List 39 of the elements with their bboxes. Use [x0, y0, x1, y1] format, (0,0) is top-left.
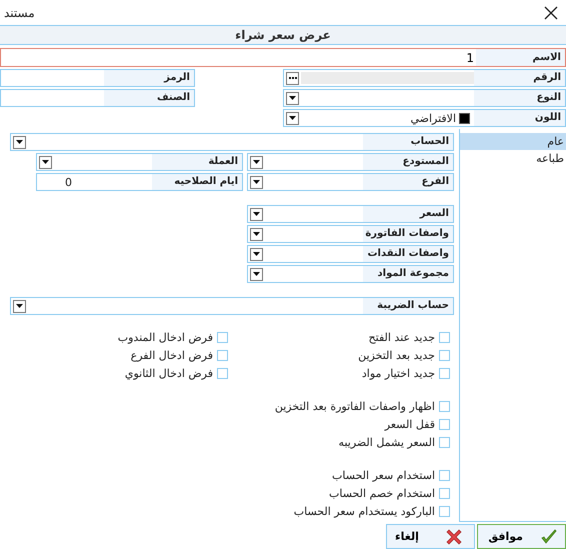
- close-icon[interactable]: [544, 6, 558, 20]
- checkbox-label: فرض ادخال الثانوي: [124, 366, 213, 380]
- checkbox-label: فرض ادخال المندوب: [118, 330, 213, 344]
- checkbox-label: اظهار واصفات الفاتورة بعد التخزين: [274, 400, 435, 412]
- checkbox[interactable]: [439, 488, 450, 498]
- checkbox[interactable]: [439, 332, 450, 342]
- checkbox-label: جديد اختيار مواد: [362, 366, 435, 380]
- cancel-button[interactable]: إلغاء: [386, 524, 475, 549]
- sidebar-item[interactable]: طباعه: [460, 150, 566, 167]
- checkbox[interactable]: [439, 506, 450, 516]
- checkbox-label: استخدام سعر الحساب: [332, 468, 435, 482]
- field-label: الرقم: [474, 70, 565, 86]
- color-value: الافتراضي: [410, 112, 456, 124]
- checkbox-label: قفل السعر: [384, 418, 435, 430]
- checkbox-label: جديد بعد التخزين: [358, 348, 435, 362]
- checkbox-label: جديد عند الفتح: [368, 330, 435, 344]
- dropdown-button[interactable]: [286, 112, 299, 124]
- window-title: مستند: [4, 6, 35, 20]
- checkbox[interactable]: [217, 332, 228, 342]
- checkbox-label: استخدام خصم الحساب: [328, 486, 435, 500]
- checkbox[interactable]: [439, 350, 450, 360]
- checkbox-label: الباركود يستخدام سعر الحساب: [294, 504, 435, 518]
- checkmark-icon: [541, 528, 557, 544]
- caret-icon: [289, 116, 296, 120]
- checkbox[interactable]: [439, 470, 450, 480]
- checkbox[interactable]: [439, 400, 450, 412]
- checkbox[interactable]: [439, 368, 450, 378]
- close-icon: [446, 528, 462, 544]
- checkbox[interactable]: [217, 368, 228, 378]
- checkbox-label: فرض ادخال الفرع: [130, 348, 213, 362]
- checkbox[interactable]: [439, 436, 450, 448]
- dialog-header: عرض سعر شراء: [0, 25, 566, 45]
- checkbox[interactable]: [439, 418, 450, 430]
- browse-button[interactable]: [286, 72, 299, 84]
- checkbox-label: السعر يشمل الضريبه: [338, 436, 435, 448]
- sidebar-item[interactable]: عام: [460, 133, 566, 150]
- checkbox[interactable]: [217, 350, 228, 360]
- ok-button[interactable]: موافق: [477, 524, 566, 549]
- field-label: اللون: [474, 110, 565, 126]
